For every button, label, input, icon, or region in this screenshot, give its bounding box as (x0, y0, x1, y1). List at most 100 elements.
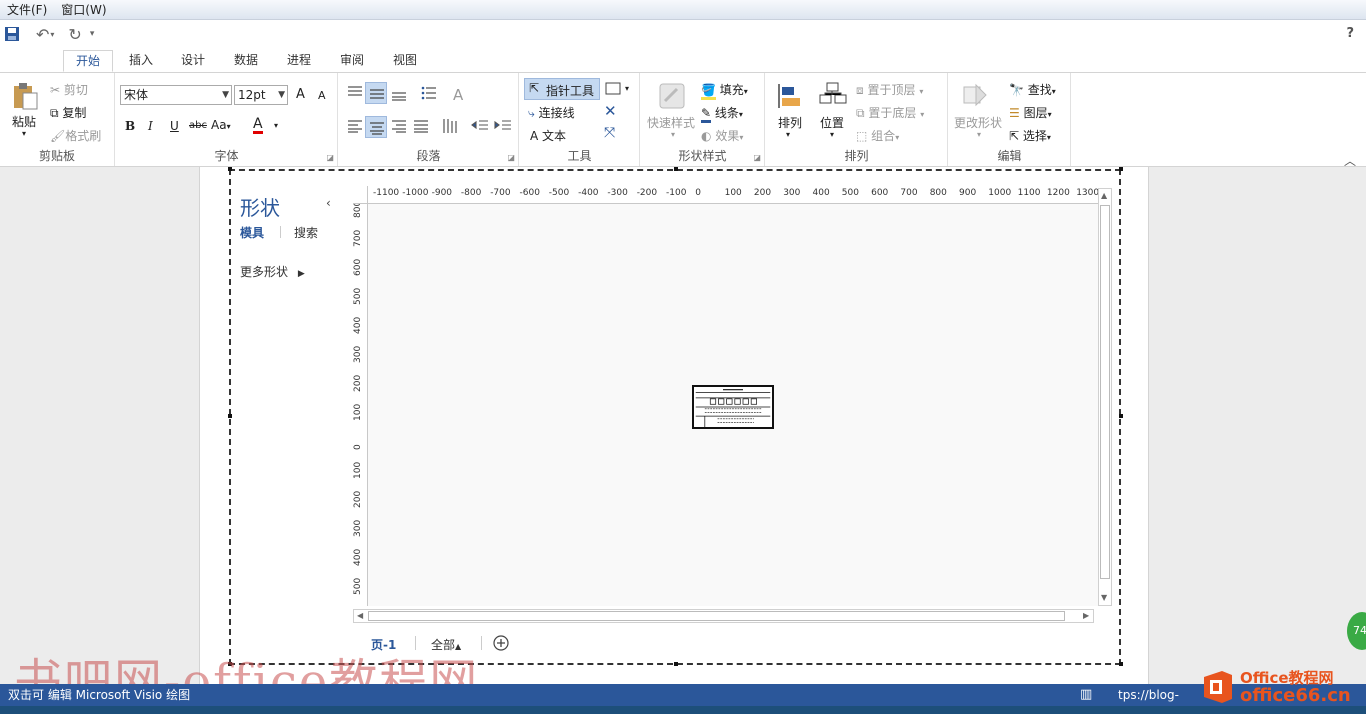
align-shapes-button[interactable]: 排列 (778, 114, 802, 131)
paste-icon[interactable] (10, 81, 40, 111)
shape-dropdown-icon[interactable]: ▾ (625, 84, 629, 93)
tab-insert[interactable]: 插入 (120, 50, 162, 72)
quick-styles-button[interactable]: 快速样式 (647, 114, 695, 131)
find-button[interactable]: 🔭 查找▾ (1009, 81, 1056, 98)
read-mode-icon[interactable]: ▥ (1080, 684, 1092, 706)
change-case-button[interactable]: Aa▾ (211, 118, 231, 132)
tab-home[interactable]: 开始 (63, 50, 113, 72)
resize-handle[interactable] (674, 167, 678, 171)
text-direction-icon[interactable]: A (451, 85, 469, 103)
ruler-tick-label: 900 (959, 188, 977, 198)
add-page-icon[interactable] (493, 635, 509, 651)
pointer-tool-button[interactable]: ⇱ 指针工具 (524, 78, 600, 100)
line-button[interactable]: ✎ 线条▾ (701, 104, 743, 123)
horizontal-scroll-thumb[interactable] (368, 611, 1065, 621)
tab-data[interactable]: 数据 (225, 50, 267, 72)
tab-process[interactable]: 进程 (278, 50, 320, 72)
dialog-launcher-icon[interactable]: ◪ (326, 153, 334, 162)
redo-icon[interactable]: ↻ (68, 25, 81, 44)
vertical-scrollbar[interactable]: ▲ ▼ (1098, 188, 1112, 606)
resize-handle[interactable] (1119, 414, 1123, 418)
justify-icon[interactable] (413, 119, 429, 133)
line-spacing-icon[interactable] (441, 117, 459, 135)
text-tool-button[interactable]: A 文本 (530, 127, 566, 144)
customize-qat-icon[interactable]: ▾ (90, 29, 95, 39)
select-button[interactable]: ⇱ 选择▾ (1009, 127, 1051, 144)
paste-button[interactable]: 粘贴 (12, 113, 36, 130)
italic-button[interactable]: I (148, 119, 153, 133)
cut-button[interactable]: ✂ 剪切 (50, 81, 88, 98)
change-shape-icon[interactable] (961, 81, 991, 111)
change-shape-button[interactable]: 更改形状 (954, 114, 1002, 131)
dialog-launcher-icon[interactable]: ◪ (753, 153, 761, 162)
connection-point-icon[interactable]: ⤧ (604, 125, 615, 141)
align-right-icon[interactable] (391, 119, 407, 133)
resize-handle[interactable] (228, 414, 232, 418)
align-shapes-icon[interactable] (776, 81, 806, 111)
position-icon[interactable] (818, 81, 848, 111)
group-button[interactable]: ⬚ 组合▾ (856, 127, 899, 144)
bring-to-front-button[interactable]: ⧈ 置于顶层 ▾ (856, 81, 923, 98)
dialog-launcher-icon[interactable]: ◪ (507, 153, 515, 162)
decrease-indent-icon[interactable] (471, 119, 489, 133)
align-left-icon[interactable] (347, 119, 363, 133)
help-button[interactable]: ? (1346, 26, 1354, 41)
collapse-shapes-pane-icon[interactable]: ‹ (326, 196, 331, 210)
collapse-ribbon-icon[interactable]: ︿ (1344, 152, 1356, 169)
close-icon[interactable]: ✕ (604, 102, 617, 120)
resize-handle[interactable] (1119, 167, 1123, 171)
tab-stencils[interactable]: 模具 (240, 224, 264, 241)
layers-button[interactable]: ☰ 图层▾ (1009, 104, 1052, 121)
format-painter-button[interactable]: 🖌格式刷 (50, 127, 101, 144)
undo-icon[interactable]: ↶ (36, 25, 49, 44)
resize-handle[interactable] (1119, 662, 1123, 666)
position-button[interactable]: 位置 (820, 114, 844, 131)
bold-button[interactable]: B (125, 119, 135, 133)
scroll-left-icon[interactable]: ◀ (357, 611, 363, 620)
tab-design[interactable]: 设计 (172, 50, 214, 72)
align-dropdown-icon[interactable]: ▾ (786, 130, 790, 139)
connector-button[interactable]: ⤷ 连接线 (528, 104, 575, 121)
menu-window[interactable]: 窗口(W) (54, 1, 113, 18)
fill-button[interactable]: 🪣 填充▾ (701, 81, 748, 100)
change-shape-dropdown-icon[interactable]: ▾ (977, 130, 981, 139)
font-name-select[interactable]: 宋体 ▼ (120, 85, 232, 105)
tab-search[interactable]: 搜索 (294, 224, 318, 241)
position-dropdown-icon[interactable]: ▾ (830, 130, 834, 139)
font-color-button[interactable]: A (253, 117, 263, 134)
align-middle-button[interactable] (365, 82, 387, 104)
send-to-back-button[interactable]: ⧉ 置于底层 ▾ (856, 104, 924, 121)
font-size-select[interactable]: 12pt ▼ (234, 85, 288, 105)
tab-review[interactable]: 审阅 (331, 50, 373, 72)
shrink-font-button[interactable]: A (318, 89, 326, 102)
align-top-icon[interactable] (347, 85, 363, 99)
resize-handle[interactable] (228, 167, 232, 171)
menu-file[interactable]: 文件(F) (0, 1, 54, 18)
align-bottom-icon[interactable] (391, 87, 407, 101)
grow-font-button[interactable]: A (296, 87, 305, 102)
bullets-icon[interactable] (421, 85, 437, 101)
underline-button[interactable]: U (170, 119, 179, 133)
scroll-right-icon[interactable]: ▶ (1083, 611, 1089, 620)
scroll-down-icon[interactable]: ▼ (1101, 593, 1107, 602)
more-shapes-button[interactable]: 更多形状 ▶ (240, 263, 305, 280)
quick-styles-icon[interactable] (657, 81, 687, 111)
rectangle-icon[interactable] (605, 82, 621, 96)
floating-badge[interactable]: 74 (1347, 612, 1366, 650)
strikethrough-button[interactable]: abc (189, 120, 207, 131)
drawing-shape-thumbnail[interactable] (692, 385, 774, 429)
undo-dropdown-icon[interactable]: ▾ (50, 30, 54, 39)
increase-indent-icon[interactable] (494, 119, 512, 133)
horizontal-scrollbar[interactable]: ◀ ▶ (353, 609, 1094, 623)
align-center-button[interactable] (365, 116, 387, 138)
effects-button[interactable]: ◐ 效果▾ (701, 127, 743, 144)
scroll-up-icon[interactable]: ▲ (1101, 191, 1107, 200)
quick-styles-dropdown-icon[interactable]: ▾ (671, 130, 675, 139)
vertical-scroll-thumb[interactable] (1100, 205, 1110, 579)
font-color-dropdown-icon[interactable]: ▾ (274, 121, 278, 130)
save-icon[interactable] (4, 26, 20, 42)
paste-dropdown-icon[interactable]: ▾ (22, 129, 26, 138)
tab-view[interactable]: 视图 (384, 50, 426, 72)
copy-button[interactable]: ⧉ 复制 (50, 104, 86, 121)
resize-handle[interactable] (674, 662, 678, 666)
